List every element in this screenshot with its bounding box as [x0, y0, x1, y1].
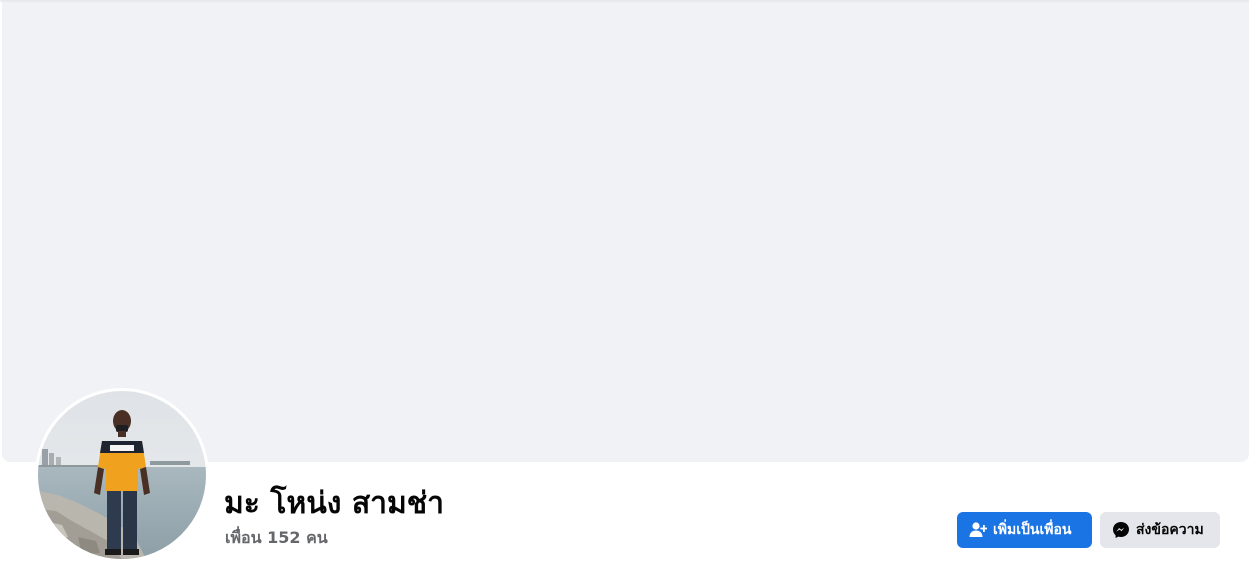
add-friend-label: เพิ่มเป็นเพื่อน: [993, 522, 1072, 538]
profile-name: มะ โหน่ง สามช่า: [224, 486, 444, 521]
top-divider: [0, 0, 1249, 3]
user-plus-icon: [969, 521, 987, 539]
add-friend-button[interactable]: เพิ่มเป็นเพื่อน: [957, 512, 1092, 548]
cover-photo[interactable]: [2, 0, 1249, 462]
messenger-icon: [1112, 521, 1130, 539]
avatar-photo: [38, 391, 206, 559]
send-message-label: ส่งข้อความ: [1136, 522, 1204, 538]
profile-avatar[interactable]: [35, 388, 209, 562]
profile-header: มะ โหน่ง สามช่า เพื่อน 152 คน เพิ่มเป็นเ…: [0, 0, 1249, 579]
send-message-button[interactable]: ส่งข้อความ: [1100, 512, 1220, 548]
friend-count[interactable]: เพื่อน 152 คน: [225, 527, 328, 549]
